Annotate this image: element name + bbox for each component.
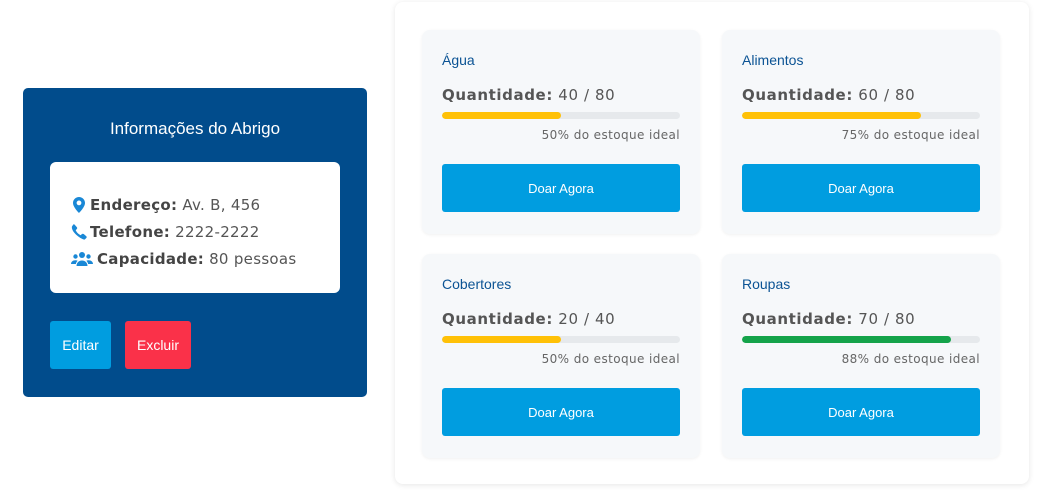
stock-progress-bar [742,336,980,343]
users-icon [70,251,94,267]
address-row: Endereço: Av. B, 456 [70,191,340,218]
stock-progress-fill [742,336,952,343]
quantity-label: Quantidade: [742,310,853,328]
donate-button[interactable]: Doar Agora [742,388,980,436]
item-quantity: Quantidade: 60 / 80 [742,86,915,104]
stock-percent-text: 50% do estoque ideal [541,128,680,142]
quantity-label: Quantidade: [442,310,553,328]
address-value: Av. B, 456 [182,195,261,214]
item-card-alimentos: Alimentos Quantidade: 60 / 80 75% do est… [722,30,1000,234]
item-quantity: Quantidade: 20 / 40 [442,310,615,328]
item-title: Alimentos [742,52,804,68]
quantity-label: Quantidade: [442,86,553,104]
item-card-roupas: Roupas Quantidade: 70 / 80 88% do estoqu… [722,254,1000,458]
capacity-value: 80 pessoas [209,249,297,268]
item-title: Cobertores [442,276,512,292]
phone-label: Telefone: [90,222,171,241]
capacity-label: Capacidade: [97,249,205,268]
stock-percent-text: 88% do estoque ideal [841,352,980,366]
stock-progress-bar [442,336,680,343]
quantity-value: 60 / 80 [858,86,916,104]
stock-progress-bar [442,112,680,119]
shelter-title: Informações do Abrigo [109,119,281,138]
delete-button[interactable]: Excluir [125,321,191,369]
donation-items-panel: Água Quantidade: 40 / 80 50% do estoque … [395,2,1029,484]
shelter-details-box: Endereço: Av. B, 456 Telefone: 2222-2222… [50,162,340,293]
stock-percent-text: 50% do estoque ideal [541,352,680,366]
stock-progress-fill [742,112,921,119]
address-label: Endereço: [90,195,178,214]
quantity-label: Quantidade: [742,86,853,104]
phone-row: Telefone: 2222-2222 [70,218,340,245]
donate-button[interactable]: Doar Agora [442,164,680,212]
stock-percent-text: 75% do estoque ideal [841,128,980,142]
stock-progress-fill [442,112,561,119]
item-title: Água [442,52,475,68]
stock-progress-bar [742,112,980,119]
phone-icon [70,223,88,240]
donate-button[interactable]: Doar Agora [442,388,680,436]
capacity-row: Capacidade: 80 pessoas [70,245,340,272]
item-title: Roupas [742,276,791,292]
edit-button[interactable]: Editar [50,321,111,369]
item-card-agua: Água Quantidade: 40 / 80 50% do estoque … [422,30,700,234]
stock-progress-fill [442,336,561,343]
item-quantity: Quantidade: 40 / 80 [442,86,615,104]
donate-button[interactable]: Doar Agora [742,164,980,212]
item-quantity: Quantidade: 70 / 80 [742,310,915,328]
quantity-value: 20 / 40 [558,310,616,328]
item-card-cobertores: Cobertores Quantidade: 20 / 40 50% do es… [422,254,700,458]
phone-value: 2222-2222 [175,222,260,241]
map-pin-icon [70,196,88,213]
quantity-value: 40 / 80 [558,86,616,104]
quantity-value: 70 / 80 [858,310,916,328]
shelter-info-card: Informações do Abrigo Endereço: Av. B, 4… [23,88,367,397]
